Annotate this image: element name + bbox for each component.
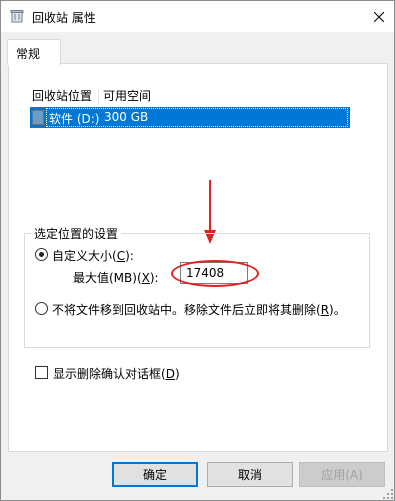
- max-size-label: 最大值(MB)(X):: [73, 271, 159, 285]
- column-header-location[interactable]: 回收站位置: [32, 87, 92, 104]
- no-recycle-label[interactable]: 不将文件移到回收站中。移除文件后立即将其删除(R)。: [52, 301, 346, 318]
- location-list-header: 回收站位置 可用空间: [30, 87, 350, 105]
- column-header-free-space[interactable]: 可用空间: [103, 87, 151, 104]
- list-item[interactable]: 软件 (D:) 300 GB: [30, 107, 350, 128]
- cancel-button[interactable]: 取消: [207, 462, 293, 487]
- resize-grip-icon[interactable]: [383, 489, 393, 499]
- settings-group-title: 选定位置的设置: [31, 225, 122, 242]
- window-title: 回收站 属性: [32, 11, 96, 25]
- ok-button[interactable]: 确定: [112, 462, 198, 487]
- row-free-space: 300 GB: [104, 110, 149, 124]
- tab-general-label: 常规: [16, 47, 41, 61]
- close-icon: [374, 11, 384, 22]
- recycle-bin-drive-icon: [32, 110, 44, 125]
- close-button[interactable]: [364, 1, 394, 32]
- column-divider[interactable]: [98, 89, 99, 105]
- row-location: 软件 (D:): [49, 112, 100, 126]
- recycle-bin-icon: [10, 10, 24, 23]
- custom-size-label[interactable]: 自定义大小(C):: [52, 247, 134, 264]
- custom-size-radio[interactable]: [35, 248, 48, 261]
- confirm-delete-label[interactable]: 显示删除确认对话框(D): [53, 365, 180, 382]
- tab-general[interactable]: 常规: [7, 39, 61, 65]
- apply-button[interactable]: 应用(A): [299, 462, 385, 487]
- title-bar[interactable]: 回收站 属性: [1, 1, 394, 32]
- confirm-delete-checkbox[interactable]: [35, 366, 48, 379]
- max-size-input[interactable]: 17408: [180, 262, 248, 284]
- no-recycle-radio[interactable]: [35, 302, 48, 315]
